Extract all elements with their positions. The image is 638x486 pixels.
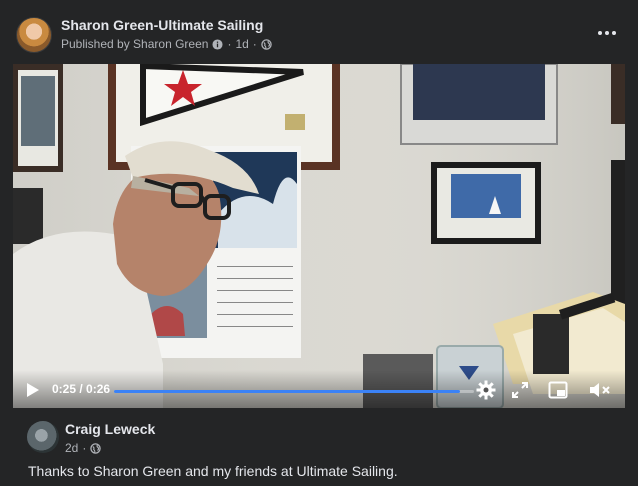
- more-options-icon[interactable]: [596, 22, 618, 44]
- video-progress-bar[interactable]: [114, 390, 474, 393]
- comment-time[interactable]: 2d: [65, 441, 78, 455]
- picture-in-picture-icon[interactable]: [548, 381, 568, 399]
- mute-icon[interactable]: [589, 381, 611, 399]
- post-subline: Published by Sharon Green · 1d ·: [61, 37, 272, 51]
- author-avatar[interactable]: [16, 17, 52, 53]
- globe-icon: [261, 38, 272, 50]
- video-controls: 0:25 / 0:26: [13, 370, 625, 408]
- commenter-avatar[interactable]: [27, 421, 59, 453]
- published-by-label[interactable]: Published by Sharon Green: [61, 37, 208, 51]
- meta-separator: ·: [82, 441, 87, 455]
- video-player[interactable]: 0:25 / 0:26: [13, 64, 625, 408]
- settings-gear-icon[interactable]: [476, 380, 496, 400]
- video-time: 0:25 / 0:26: [52, 382, 111, 396]
- play-icon[interactable]: [25, 382, 41, 398]
- post-time[interactable]: 1d: [235, 37, 248, 51]
- video-progress-fill: [114, 390, 460, 393]
- post-header: Sharon Green-Ultimate Sailing Published …: [0, 0, 638, 64]
- info-icon[interactable]: [212, 38, 223, 50]
- globe-icon: [90, 442, 102, 454]
- post-author-name[interactable]: Sharon Green-Ultimate Sailing: [61, 17, 263, 33]
- comment-meta: 2d ·: [65, 441, 102, 455]
- meta-separator: ·: [227, 37, 232, 51]
- comment-text: Thanks to Sharon Green and my friends at…: [28, 463, 398, 479]
- meta-separator: ·: [252, 37, 257, 51]
- video-frame: [13, 64, 625, 408]
- fullscreen-expand-icon[interactable]: [511, 381, 529, 399]
- post-card: Sharon Green-Ultimate Sailing Published …: [0, 0, 638, 486]
- commenter-name[interactable]: Craig Leweck: [65, 421, 155, 437]
